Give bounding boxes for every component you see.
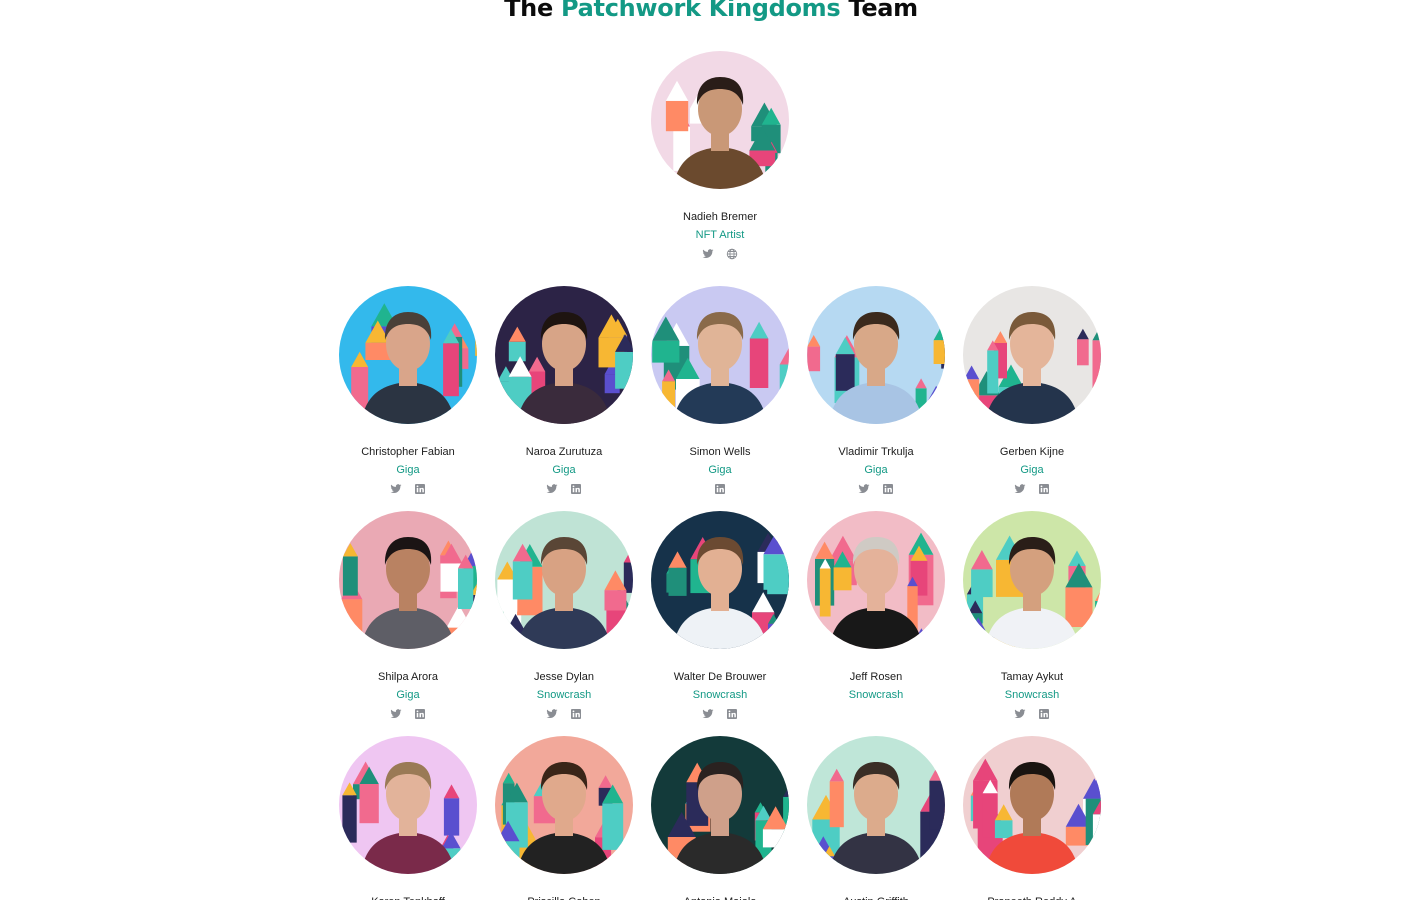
member-role: NFT Artist: [695, 229, 745, 241]
member-role: Giga: [708, 464, 732, 476]
team-member-card: Nadieh Bremer NFT Artist: [640, 51, 800, 261]
member-name: Naroa Zurutuza: [525, 446, 603, 458]
team-member-card: Jesse Dylan Snowcrash: [484, 511, 644, 721]
member-photo: [807, 286, 945, 424]
team-member-card: Walter De Brouwer Snowcrash: [640, 511, 800, 721]
team-heading: The Patchwork Kingdoms Team: [0, 0, 1422, 22]
member-social-links: [390, 482, 426, 496]
member-social-links: [1014, 482, 1050, 496]
member-social-links: [390, 707, 426, 721]
member-name: Nadieh Bremer: [683, 211, 757, 223]
globe-icon[interactable]: [726, 248, 738, 260]
linkedin-icon[interactable]: [1038, 483, 1050, 495]
member-role: Snowcrash: [536, 689, 592, 701]
linkedin-icon[interactable]: [1038, 708, 1050, 720]
member-photo: [651, 286, 789, 424]
member-photo: [963, 511, 1101, 649]
member-social-links: [1014, 707, 1050, 721]
twitter-icon[interactable]: [858, 483, 870, 495]
team-member-card: Karen Tenkhoff: [328, 736, 488, 900]
linkedin-icon[interactable]: [726, 708, 738, 720]
member-photo: [495, 736, 633, 874]
member-social-links: [714, 482, 726, 496]
member-photo: [339, 736, 477, 874]
member-photo: [495, 511, 633, 649]
member-name: Vladimir Trkulja: [838, 446, 914, 458]
member-photo: [651, 511, 789, 649]
linkedin-icon[interactable]: [414, 708, 426, 720]
twitter-icon[interactable]: [1014, 708, 1026, 720]
member-photo: [963, 286, 1101, 424]
member-photo: [495, 286, 633, 424]
member-photo: [651, 736, 789, 874]
twitter-icon[interactable]: [702, 248, 714, 260]
team-member-card: Praneeth Reddy A: [952, 736, 1112, 900]
member-photo: [339, 511, 477, 649]
member-name: Jesse Dylan: [534, 671, 594, 683]
linkedin-icon[interactable]: [882, 483, 894, 495]
team-member-card: Jeff Rosen Snowcrash: [796, 511, 956, 702]
member-name: Gerben Kijne: [999, 446, 1065, 458]
linkedin-icon[interactable]: [570, 708, 582, 720]
member-role: Giga: [396, 689, 420, 701]
member-social-links: [702, 247, 738, 261]
linkedin-icon[interactable]: [714, 483, 726, 495]
member-role: Snowcrash: [848, 689, 904, 701]
member-social-links: [546, 482, 582, 496]
member-name: Shilpa Arora: [378, 671, 438, 683]
twitter-icon[interactable]: [546, 483, 558, 495]
member-role: Giga: [864, 464, 888, 476]
member-photo: [807, 736, 945, 874]
team-member-card: Naroa Zurutuza Giga: [484, 286, 644, 496]
team-member-card: Christopher Fabian Giga: [328, 286, 488, 496]
member-photo: [963, 736, 1101, 874]
team-member-card: Priscilla Cohen: [484, 736, 644, 900]
member-role: Giga: [552, 464, 576, 476]
member-name: Priscilla Cohen: [527, 895, 600, 900]
member-social-links: [702, 707, 738, 721]
member-name: Simon Wells: [689, 446, 751, 458]
team-member-card: Gerben Kijne Giga: [952, 286, 1112, 496]
member-name: Walter De Brouwer: [673, 671, 767, 683]
linkedin-icon[interactable]: [570, 483, 582, 495]
member-name: Antonio Maiolo: [684, 895, 757, 900]
member-name: Austin Griffith: [843, 895, 909, 900]
team-member-card: Vladimir Trkulja Giga: [796, 286, 956, 496]
member-name: Karen Tenkhoff: [371, 895, 445, 900]
linkedin-icon[interactable]: [414, 483, 426, 495]
heading-suffix: Team: [840, 0, 918, 22]
twitter-icon[interactable]: [390, 708, 402, 720]
team-page: The Patchwork Kingdoms Team Nadieh Breme…: [0, 0, 1422, 900]
member-role: Giga: [396, 464, 420, 476]
team-member-card: Austin Griffith: [796, 736, 956, 900]
heading-prefix: The: [504, 0, 561, 22]
member-name: Christopher Fabian: [361, 446, 455, 458]
member-photo: [651, 51, 789, 189]
member-role: Snowcrash: [1004, 689, 1060, 701]
member-social-links: [546, 707, 582, 721]
member-photo: [807, 511, 945, 649]
team-member-card: Tamay Aykut Snowcrash: [952, 511, 1112, 721]
member-name: Jeff Rosen: [849, 671, 903, 683]
member-role: Giga: [1020, 464, 1044, 476]
member-social-links: [858, 482, 894, 496]
team-member-card: Simon Wells Giga: [640, 286, 800, 496]
team-member-card: Shilpa Arora Giga: [328, 511, 488, 721]
member-role: Snowcrash: [692, 689, 748, 701]
member-name: Tamay Aykut: [1000, 671, 1064, 683]
twitter-icon[interactable]: [1014, 483, 1026, 495]
heading-accent: Patchwork Kingdoms: [560, 0, 841, 22]
twitter-icon[interactable]: [702, 708, 714, 720]
twitter-icon[interactable]: [546, 708, 558, 720]
member-name: Praneeth Reddy A: [987, 895, 1076, 900]
twitter-icon[interactable]: [390, 483, 402, 495]
member-photo: [339, 286, 477, 424]
team-member-card: Antonio Maiolo: [640, 736, 800, 900]
